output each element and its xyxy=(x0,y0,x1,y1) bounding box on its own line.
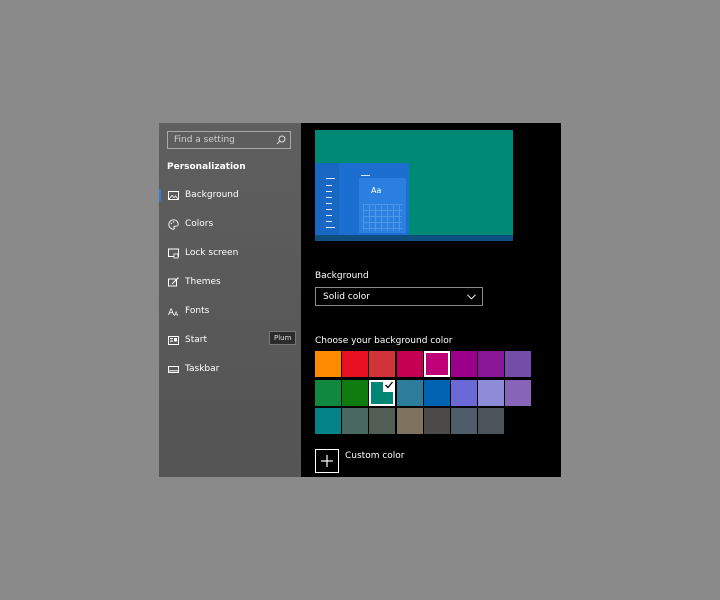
tile-grid xyxy=(363,204,402,231)
color-swatch[interactable] xyxy=(369,408,396,434)
sidebar-item-label: Background xyxy=(185,190,239,200)
color-swatch[interactable] xyxy=(423,408,450,434)
brush-icon xyxy=(167,276,179,288)
plus-icon-box xyxy=(315,449,339,473)
sidebar-item-label: Colors xyxy=(185,219,214,229)
color-swatch[interactable] xyxy=(369,351,396,377)
sidebar-item-background[interactable]: Background xyxy=(159,185,301,205)
color-swatch[interactable] xyxy=(342,379,369,406)
background-dropdown-value: Solid color xyxy=(323,291,370,302)
color-swatch[interactable] xyxy=(478,351,505,377)
color-swatch[interactable] xyxy=(369,379,396,406)
palette-icon xyxy=(167,218,179,230)
picture-icon xyxy=(167,189,179,201)
sidebar-item-label: Themes xyxy=(185,277,221,287)
color-swatch[interactable] xyxy=(342,408,369,434)
color-swatch[interactable] xyxy=(478,379,505,406)
plus-icon xyxy=(321,455,333,467)
search-icon[interactable] xyxy=(276,135,286,145)
app-list-preview xyxy=(315,163,339,235)
sidebar-item-taskbar[interactable]: Taskbar xyxy=(159,359,301,379)
checkmark-icon xyxy=(385,381,394,388)
sidebar-item-label: Taskbar xyxy=(185,364,220,374)
search-input[interactable] xyxy=(174,135,274,145)
start-icon xyxy=(167,334,179,346)
color-swatch[interactable] xyxy=(342,351,369,377)
color-swatch[interactable] xyxy=(451,379,477,406)
color-tooltip: Plum xyxy=(269,331,297,345)
color-swatch[interactable] xyxy=(423,379,450,406)
tiles-preview: Aa xyxy=(359,178,406,233)
sidebar-item-label: Fonts xyxy=(185,306,210,316)
color-swatch[interactable] xyxy=(315,379,341,406)
custom-color-label: Custom color xyxy=(345,451,405,461)
sidebar-item-colors[interactable]: Colors xyxy=(159,214,301,234)
color-swatch[interactable] xyxy=(396,379,423,406)
taskbar-icon xyxy=(167,363,179,375)
chevron-down-icon xyxy=(467,293,476,300)
sidebar-item-fonts[interactable]: AA Fonts xyxy=(159,301,301,321)
start-menu-preview: Aa xyxy=(315,163,409,235)
settings-window: Personalization Background Colors Lock s… xyxy=(159,123,561,477)
sidebar-item-label: Lock screen xyxy=(185,248,239,258)
sidebar-item-lock-screen[interactable]: Lock screen xyxy=(159,243,301,263)
sidebar-item-label: Start xyxy=(185,335,207,345)
sidebar-item-themes[interactable]: Themes xyxy=(159,272,301,292)
color-swatch[interactable] xyxy=(505,379,532,406)
custom-color-button[interactable]: Custom color xyxy=(315,449,405,473)
search-box[interactable] xyxy=(167,131,291,149)
background-dropdown[interactable]: Solid color xyxy=(315,287,483,306)
color-swatch[interactable] xyxy=(396,351,423,377)
svg-text:A: A xyxy=(174,311,179,317)
selection-indicator xyxy=(159,189,161,201)
color-swatch[interactable] xyxy=(315,408,341,434)
color-swatch[interactable] xyxy=(396,408,423,434)
taskbar-preview xyxy=(315,235,513,241)
color-swatch[interactable] xyxy=(505,351,532,377)
color-swatch[interactable] xyxy=(478,408,505,434)
desktop-preview: Aa xyxy=(315,130,513,241)
main-panel: Aa Background Solid color Choose your ba… xyxy=(301,123,561,477)
color-swatch[interactable] xyxy=(451,351,477,377)
lock-screen-icon xyxy=(167,247,179,259)
section-title: Personalization xyxy=(167,162,246,172)
sidebar: Personalization Background Colors Lock s… xyxy=(159,123,301,477)
color-swatch[interactable] xyxy=(423,351,450,377)
color-swatch[interactable] xyxy=(315,351,341,377)
color-swatch[interactable] xyxy=(451,408,477,434)
font-icon: AA xyxy=(167,305,179,317)
choose-color-label: Choose your background color xyxy=(315,336,453,346)
tile-text: Aa xyxy=(371,186,382,195)
background-label: Background xyxy=(315,271,369,281)
